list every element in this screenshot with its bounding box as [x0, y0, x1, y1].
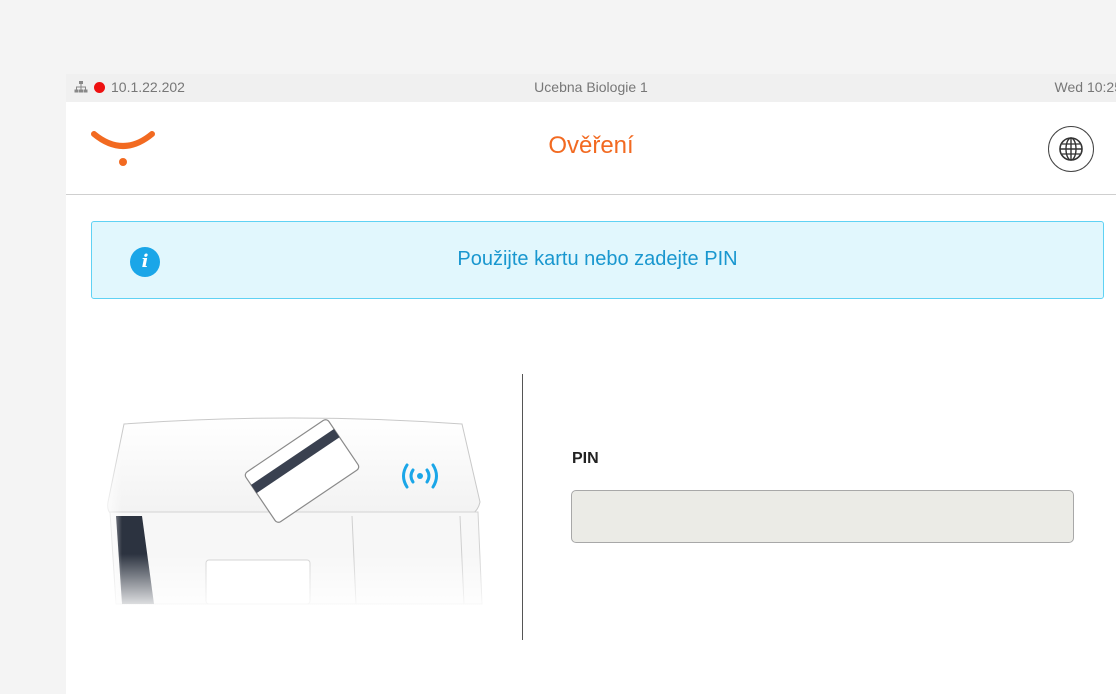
globe-icon	[1059, 137, 1083, 161]
card-reader-illustration	[102, 404, 492, 614]
info-message-box: i Použijte kartu nebo zadejte PIN	[91, 221, 1104, 299]
nfc-wave-icon	[402, 463, 438, 489]
header: Ověření	[66, 102, 1116, 195]
clock: Wed 10:25	[1054, 79, 1116, 95]
page-title: Ověření	[548, 132, 634, 159]
language-button[interactable]	[1048, 126, 1094, 172]
pin-label: PIN	[572, 450, 599, 467]
status-bar: 10.1.22.202 Ucebna Biologie 1 Wed 10:25	[66, 74, 1116, 103]
pin-input[interactable]	[571, 490, 1074, 543]
info-message: Použijte kartu nebo zadejte PIN	[457, 248, 738, 270]
section-divider	[522, 374, 523, 640]
device-name: Ucebna Biologie 1	[534, 79, 648, 95]
terminal-screen: 10.1.22.202 Ucebna Biologie 1 Wed 10:25 …	[66, 74, 1116, 694]
